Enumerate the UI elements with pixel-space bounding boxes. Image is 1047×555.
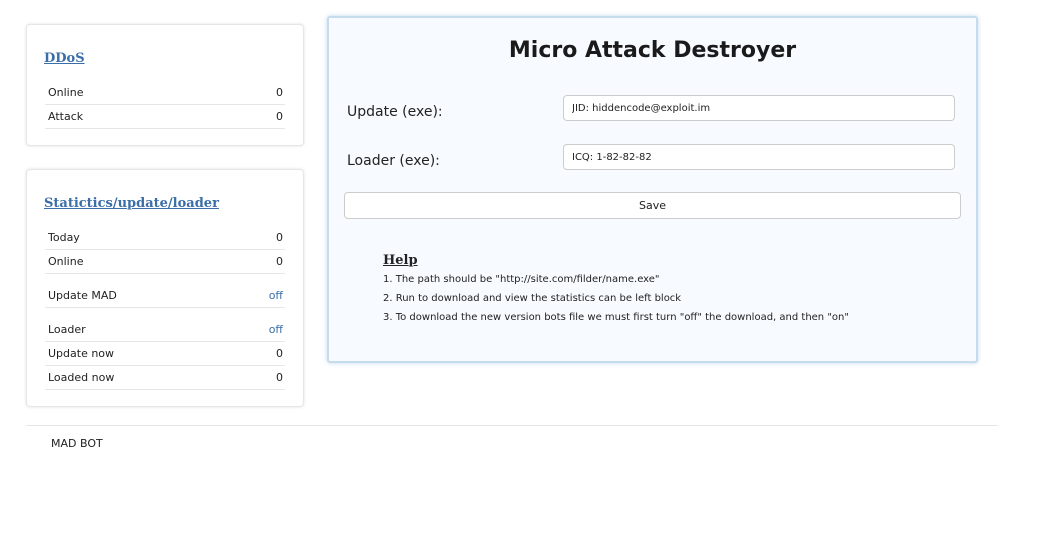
- page-title: Micro Attack Destroyer: [508, 38, 797, 63]
- footer-divider: [26, 425, 998, 426]
- ddos-row-online: Online 0: [45, 81, 285, 105]
- update-mad-toggle-link[interactable]: off: [269, 284, 283, 307]
- stats-row-loaded-now: Loaded now 0: [45, 366, 285, 390]
- ddos-title-link[interactable]: DDoS: [44, 51, 85, 66]
- row-label: Loaded now: [48, 371, 115, 384]
- row-value: 0: [276, 110, 283, 123]
- row-label: Loader: [48, 323, 86, 336]
- row-value: 0: [276, 371, 283, 384]
- help-line-1: 1. The path should be "http://site.com/f…: [383, 274, 660, 285]
- update-exe-label: Update (exe):: [347, 104, 443, 120]
- stats-row-loader: Loader off: [45, 318, 285, 342]
- stats-panel: Statictics/update/loader Today 0 Online …: [26, 169, 304, 407]
- help-heading: Help: [383, 253, 418, 268]
- ddos-panel: DDoS Online 0 Attack 0: [26, 24, 304, 146]
- row-label: Attack: [48, 110, 84, 123]
- row-label: Online: [48, 255, 84, 268]
- help-line-2: 2. Run to download and view the statisti…: [383, 293, 682, 304]
- row-value: 0: [276, 231, 283, 244]
- loader-toggle-link[interactable]: off: [269, 318, 283, 341]
- row-value: 0: [276, 347, 283, 360]
- stats-title-link[interactable]: Statictics/update/loader: [44, 196, 219, 211]
- row-label: Online: [48, 86, 84, 99]
- loader-exe-input[interactable]: [563, 144, 955, 170]
- ddos-row-attack: Attack 0: [45, 105, 285, 129]
- help-line-3: 3. To download the new version bots file…: [383, 312, 849, 323]
- settings-panel: Micro Attack Destroyer Update (exe): Loa…: [327, 16, 978, 363]
- update-exe-input[interactable]: [563, 95, 955, 121]
- row-value: 0: [276, 255, 283, 268]
- save-button[interactable]: Save: [344, 192, 961, 219]
- loader-exe-label: Loader (exe):: [347, 153, 440, 169]
- row-label: Today: [48, 231, 80, 244]
- stats-row-update-mad: Update MAD off: [45, 284, 285, 308]
- footer-text: MAD BOT: [51, 437, 103, 450]
- stats-row-today: Today 0: [45, 226, 285, 250]
- row-value: 0: [276, 86, 283, 99]
- stats-row-online: Online 0: [45, 250, 285, 274]
- stats-row-update-now: Update now 0: [45, 342, 285, 366]
- row-label: Update now: [48, 347, 115, 360]
- row-label: Update MAD: [48, 289, 117, 302]
